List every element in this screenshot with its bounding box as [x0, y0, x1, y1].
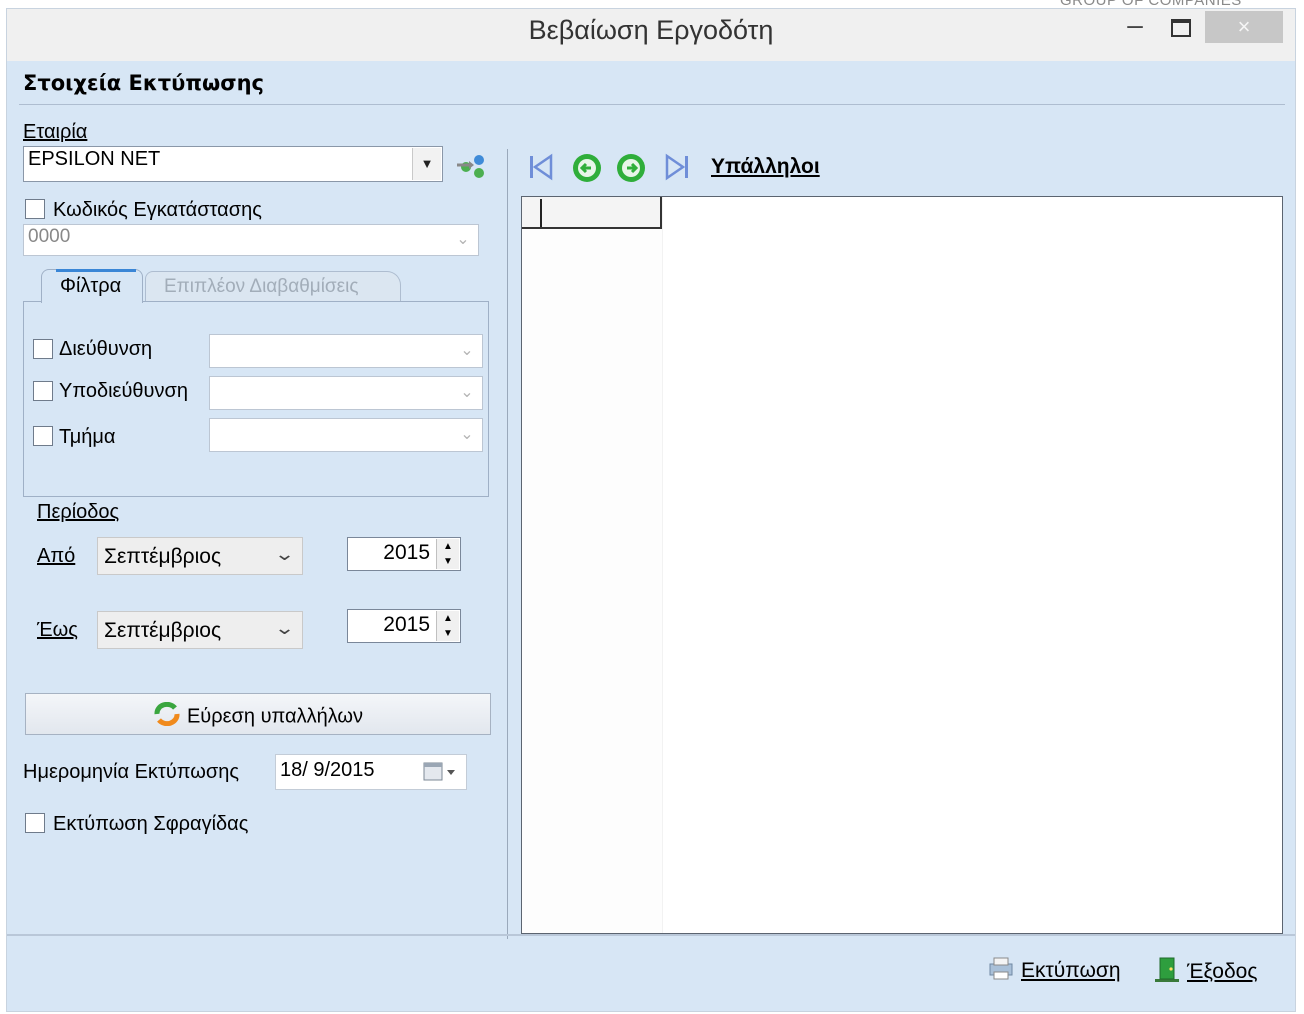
from-label: Από [37, 545, 76, 567]
find-employees-label: Εύρεση υπαλλήλων [186, 705, 364, 728]
chevron-down-icon: ⌄ [273, 544, 296, 564]
address-combo[interactable]: ⌄ [209, 334, 483, 368]
maximize-button[interactable] [1159, 11, 1203, 43]
to-month-select[interactable]: Σεπτέμβριος ⌄ [97, 611, 303, 649]
print-stamp-label: Εκτύπωση Σφραγίδας [53, 813, 249, 835]
maximize-icon [1171, 19, 1191, 37]
company-value: EPSILON NET [28, 148, 161, 170]
print-button[interactable]: Εκτύπωση [987, 955, 1121, 987]
footer-divider [7, 934, 1295, 936]
address-checkbox[interactable] [33, 339, 53, 359]
chevron-down-icon[interactable]: ⌄ [453, 336, 481, 366]
printer-icon [987, 955, 1015, 987]
exit-label: Έξοδος [1187, 960, 1258, 983]
to-year-value: 2015 [383, 613, 430, 636]
chevron-down-icon[interactable]: ▼ [412, 148, 441, 180]
print-date-label: Ημερομηνία Εκτύπωσης [23, 761, 240, 783]
company-combo[interactable]: EPSILON NET ▼ [23, 146, 443, 182]
company-link-icon[interactable] [451, 147, 491, 181]
to-year-spinner[interactable]: 2015 ▲ ▼ [347, 609, 461, 643]
install-code-value: 0000 [28, 226, 71, 247]
print-date-value: 18/ 9/2015 [280, 759, 375, 781]
from-year-value: 2015 [383, 541, 430, 564]
department-label: Τμήμα [59, 426, 116, 448]
close-button[interactable]: × [1205, 11, 1283, 43]
dialog-window: Βεβαίωση Εργοδότη – × Στοιχεία Εκτύπωσης… [6, 8, 1296, 1012]
print-date-picker[interactable]: 18/ 9/2015 [275, 754, 467, 790]
chevron-down-icon[interactable]: ⌄ [453, 420, 481, 450]
subaddress-combo[interactable]: ⌄ [209, 376, 483, 410]
window-title: Βεβαίωση Εργοδότη [528, 15, 774, 45]
employees-grid[interactable] [521, 196, 1283, 934]
subaddress-label: Υποδιεύθυνση [59, 380, 188, 402]
section-divider [19, 104, 1285, 105]
spinner-arrows-icon[interactable]: ▲ ▼ [436, 539, 459, 569]
department-checkbox[interactable] [33, 426, 53, 446]
chevron-down-icon[interactable]: ⌄ [453, 378, 481, 408]
chevron-down-icon[interactable]: ⌄ [449, 226, 477, 254]
grid-row-header [522, 197, 663, 933]
company-label: Εταιρία [23, 121, 88, 143]
panel-splitter[interactable] [507, 149, 508, 939]
next-record-icon[interactable] [615, 152, 647, 191]
from-month-value: Σεπτέμβριος [104, 545, 222, 568]
install-code-combo[interactable]: 0000 ⌄ [23, 224, 479, 256]
install-code-checkbox[interactable] [25, 199, 45, 219]
to-label: Έως [37, 619, 78, 641]
spinner-arrows-icon[interactable]: ▲ ▼ [436, 611, 459, 641]
employees-title: Υπάλληλοι [711, 155, 820, 178]
from-year-spinner[interactable]: 2015 ▲ ▼ [347, 537, 461, 571]
first-record-icon[interactable] [525, 152, 555, 189]
print-stamp-checkbox[interactable] [25, 813, 45, 833]
department-combo[interactable]: ⌄ [209, 418, 483, 452]
exit-door-icon [1153, 955, 1181, 989]
to-month-value: Σεπτέμβριος [104, 619, 222, 642]
tab-filters-label: Φίλτρα [60, 275, 122, 297]
tab-more-settings[interactable]: Επιπλέον Διαβαθμίσεις [145, 271, 401, 301]
print-label: Εκτύπωση [1021, 959, 1121, 982]
section-title: Στοιχεία Εκτύπωσης [23, 71, 264, 95]
tab-more-settings-label: Επιπλέον Διαβαθμίσεις [164, 276, 359, 297]
subaddress-checkbox[interactable] [33, 381, 53, 401]
refresh-icon [153, 701, 181, 732]
previous-record-icon[interactable] [571, 152, 603, 191]
minimize-button[interactable]: – [1113, 9, 1157, 41]
address-label: Διεύθυνση [59, 338, 153, 360]
tab-filters[interactable]: Φίλτρα [41, 269, 143, 303]
last-record-icon[interactable] [663, 152, 693, 189]
install-code-label: Κωδικός Εγκατάστασης [53, 199, 262, 221]
chevron-down-icon: ⌄ [273, 618, 296, 638]
find-employees-button[interactable]: Εύρεση υπαλλήλων [25, 693, 491, 735]
exit-button[interactable]: Έξοδος [1153, 955, 1257, 989]
grid-header-cell[interactable] [522, 197, 662, 229]
title-bar: Βεβαίωση Εργοδότη – × [7, 9, 1295, 61]
period-label: Περίοδος [37, 501, 120, 523]
from-month-select[interactable]: Σεπτέμβριος ⌄ [97, 537, 303, 575]
calendar-icon[interactable] [422, 761, 458, 788]
